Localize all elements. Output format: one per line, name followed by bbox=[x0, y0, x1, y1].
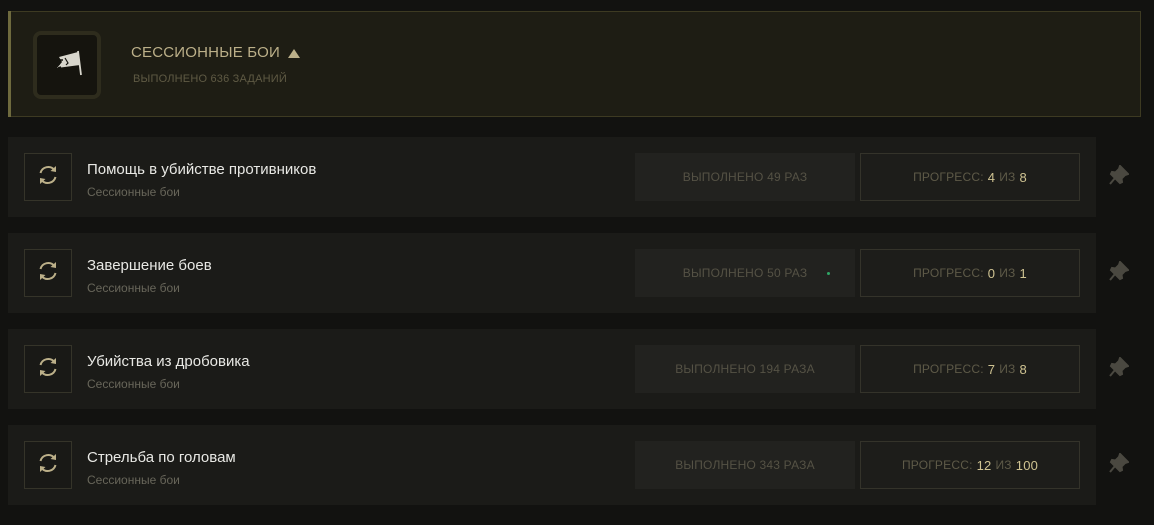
task-progress: ПРОГРЕСС: 7 ИЗ 8 bbox=[860, 345, 1080, 393]
task-category: Сессионные бои bbox=[87, 185, 180, 199]
refresh-icon bbox=[36, 163, 60, 192]
progress-current: 4 bbox=[987, 169, 996, 185]
task-completed-count: ВЫПОЛНЕНО 343 РАЗА bbox=[635, 441, 855, 489]
task-completed-text: ВЫПОЛНЕНО 50 РАЗ bbox=[682, 266, 808, 280]
task-name: Завершение боев bbox=[87, 257, 212, 274]
task-completed-count: ВЫПОЛНЕНО 194 РАЗА bbox=[635, 345, 855, 393]
category-title-text: СЕССИОННЫЕ БОИ bbox=[131, 44, 280, 61]
task-completed-text: ВЫПОЛНЕНО 343 РАЗА bbox=[675, 458, 815, 472]
category-icon-frame bbox=[33, 31, 101, 99]
refresh-task-button[interactable] bbox=[24, 441, 72, 489]
banner-flag-icon bbox=[50, 48, 84, 83]
progress-current: 12 bbox=[976, 457, 992, 473]
progress-of: ИЗ bbox=[999, 170, 1016, 184]
task-name: Помощь в убийстве противников bbox=[87, 161, 317, 178]
task-completed-count: ВЫПОЛНЕНО 50 РАЗ bbox=[635, 249, 855, 297]
refresh-task-button[interactable] bbox=[24, 249, 72, 297]
pin-icon bbox=[1109, 163, 1130, 190]
task-row: Убийства из дробовика Сессионные бои ВЫП… bbox=[8, 329, 1096, 409]
progress-label: ПРОГРЕСС: bbox=[913, 170, 984, 184]
new-indicator-dot bbox=[827, 272, 830, 275]
task-category: Сессионные бои bbox=[87, 281, 180, 295]
pin-task-button[interactable] bbox=[1107, 451, 1131, 478]
refresh-task-button[interactable] bbox=[24, 153, 72, 201]
collapse-triangle-icon[interactable] bbox=[288, 48, 300, 58]
pin-icon bbox=[1109, 451, 1130, 478]
pin-task-button[interactable] bbox=[1107, 163, 1131, 190]
category-completed-count: ВЫПОЛНЕНО 636 ЗАДАНИЙ bbox=[133, 73, 287, 85]
task-progress: ПРОГРЕСС: 12 ИЗ 100 bbox=[860, 441, 1080, 489]
progress-total: 8 bbox=[1019, 169, 1027, 185]
progress-of: ИЗ bbox=[999, 266, 1016, 280]
progress-current: 7 bbox=[987, 361, 996, 377]
progress-total: 100 bbox=[1015, 457, 1039, 473]
task-category: Сессионные бои bbox=[87, 377, 180, 391]
progress-of: ИЗ bbox=[999, 362, 1016, 376]
pin-icon bbox=[1109, 259, 1130, 286]
category-title[interactable]: СЕССИОННЫЕ БОИ bbox=[131, 44, 300, 61]
pin-task-button[interactable] bbox=[1107, 259, 1131, 286]
task-name: Стрельба по головам bbox=[87, 449, 236, 466]
task-category: Сессионные бои bbox=[87, 473, 180, 487]
task-row: Завершение боев Сессионные бои ВЫПОЛНЕНО… bbox=[8, 233, 1096, 313]
progress-label: ПРОГРЕСС: bbox=[913, 362, 984, 376]
task-progress: ПРОГРЕСС: 4 ИЗ 8 bbox=[860, 153, 1080, 201]
task-completed-text: ВЫПОЛНЕНО 49 РАЗ bbox=[682, 170, 808, 184]
task-completed-count: ВЫПОЛНЕНО 49 РАЗ bbox=[635, 153, 855, 201]
task-row: Помощь в убийстве противников Сессионные… bbox=[8, 137, 1096, 217]
progress-current: 0 bbox=[987, 265, 996, 281]
task-progress: ПРОГРЕСС: 0 ИЗ 1 bbox=[860, 249, 1080, 297]
task-name: Убийства из дробовика bbox=[87, 353, 250, 370]
header-accent-bar bbox=[8, 11, 11, 117]
refresh-icon bbox=[36, 355, 60, 384]
pin-task-button[interactable] bbox=[1107, 355, 1131, 382]
progress-label: ПРОГРЕСС: bbox=[913, 266, 984, 280]
task-completed-text: ВЫПОЛНЕНО 194 РАЗА bbox=[675, 362, 815, 376]
pin-icon bbox=[1109, 355, 1130, 382]
progress-total: 1 bbox=[1019, 265, 1027, 281]
progress-total: 8 bbox=[1019, 361, 1027, 377]
refresh-icon bbox=[36, 259, 60, 288]
task-row: Стрельба по головам Сессионные бои ВЫПОЛ… bbox=[8, 425, 1096, 505]
category-header[interactable]: СЕССИОННЫЕ БОИ ВЫПОЛНЕНО 636 ЗАДАНИЙ bbox=[8, 11, 1141, 117]
progress-of: ИЗ bbox=[995, 458, 1012, 472]
progress-label: ПРОГРЕСС: bbox=[901, 458, 973, 472]
refresh-icon bbox=[36, 451, 60, 480]
refresh-task-button[interactable] bbox=[24, 345, 72, 393]
